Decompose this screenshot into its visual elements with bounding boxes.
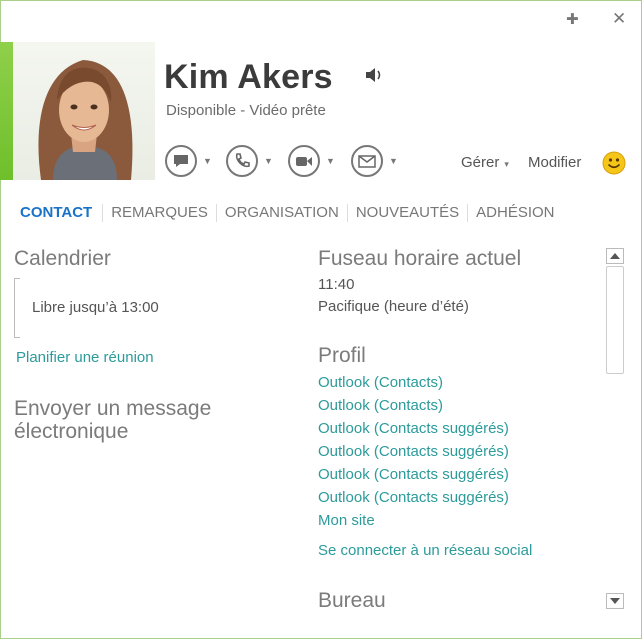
tab-bar: CONTACT REMARQUES ORGANISATION NOUVEAUTÉ… — [20, 204, 563, 222]
scroll-up-button[interactable] — [606, 248, 624, 264]
pin-icon[interactable]: ✚ — [566, 10, 579, 28]
chevron-down-icon[interactable]: ▼ — [203, 156, 212, 166]
chevron-down-icon[interactable]: ▼ — [264, 156, 273, 166]
video-icon — [288, 145, 320, 177]
chevron-down-icon[interactable]: ▼ — [389, 156, 398, 166]
timezone-title: Fuseau horaire actuel — [318, 247, 522, 270]
manage-label: Gérer — [461, 154, 500, 171]
chevron-up-icon — [610, 253, 620, 259]
presence-status: Disponible - Vidéo prête — [166, 102, 326, 119]
profile-link[interactable]: Outlook (Contacts suggérés) — [318, 420, 509, 443]
scroll-down-button[interactable] — [606, 593, 624, 609]
tab-adhesion[interactable]: ADHÉSION — [467, 204, 562, 222]
my-site-link[interactable]: Mon site — [318, 512, 509, 535]
tab-nouveautes[interactable]: NOUVEAUTÉS — [346, 204, 467, 222]
calendar-availability: Libre jusqu’à 13:00 — [32, 299, 159, 316]
profile-link[interactable]: Outlook (Contacts suggérés) — [318, 489, 509, 512]
tab-contact[interactable]: CONTACT — [20, 204, 102, 222]
profile-links: Outlook (Contacts) Outlook (Contacts) Ou… — [318, 374, 509, 535]
profile-link[interactable]: Outlook (Contacts suggérés) — [318, 466, 509, 489]
send-email-link[interactable]: Envoyer un message électronique — [14, 397, 264, 443]
close-icon[interactable]: ✕ — [612, 9, 626, 29]
profile-link[interactable]: Outlook (Contacts) — [318, 397, 509, 420]
presence-indicator — [0, 42, 13, 180]
smiley-icon[interactable] — [602, 151, 626, 180]
profile-link[interactable]: Outlook (Contacts) — [318, 374, 509, 397]
chevron-down-icon: ▾ — [504, 159, 509, 169]
tab-remarques[interactable]: REMARQUES — [102, 204, 216, 222]
office-title: Bureau — [318, 589, 386, 612]
profile-title: Profil — [318, 344, 366, 367]
call-button[interactable]: ▼ — [226, 145, 273, 177]
contact-name: Kim Akers — [164, 58, 333, 96]
email-button[interactable]: ▼ — [351, 145, 398, 177]
schedule-meeting-link[interactable]: Planifier une réunion — [16, 349, 154, 366]
im-button[interactable]: ▼ — [165, 145, 212, 177]
avatar[interactable] — [13, 42, 155, 180]
tab-organisation[interactable]: ORGANISATION — [215, 204, 347, 222]
chevron-down-icon[interactable]: ▼ — [326, 156, 335, 166]
calendar-bracket — [14, 278, 20, 338]
phone-icon — [226, 145, 258, 177]
timezone-name: Pacifique (heure d’été) — [318, 298, 469, 315]
calendar-title: Calendrier — [14, 247, 111, 270]
scrollbar-thumb[interactable] — [606, 266, 624, 374]
social-network-link[interactable]: Se connecter à un réseau social — [318, 542, 532, 559]
video-button[interactable]: ▼ — [288, 145, 335, 177]
profile-link[interactable]: Outlook (Contacts suggérés) — [318, 443, 509, 466]
im-icon — [165, 145, 197, 177]
edit-button[interactable]: Modifier — [528, 154, 581, 171]
local-time: 11:40 — [318, 276, 355, 293]
email-icon — [351, 145, 383, 177]
manage-menu[interactable]: Gérer ▾ — [461, 154, 509, 171]
chevron-down-icon — [610, 598, 620, 604]
speaker-icon[interactable] — [364, 66, 384, 89]
